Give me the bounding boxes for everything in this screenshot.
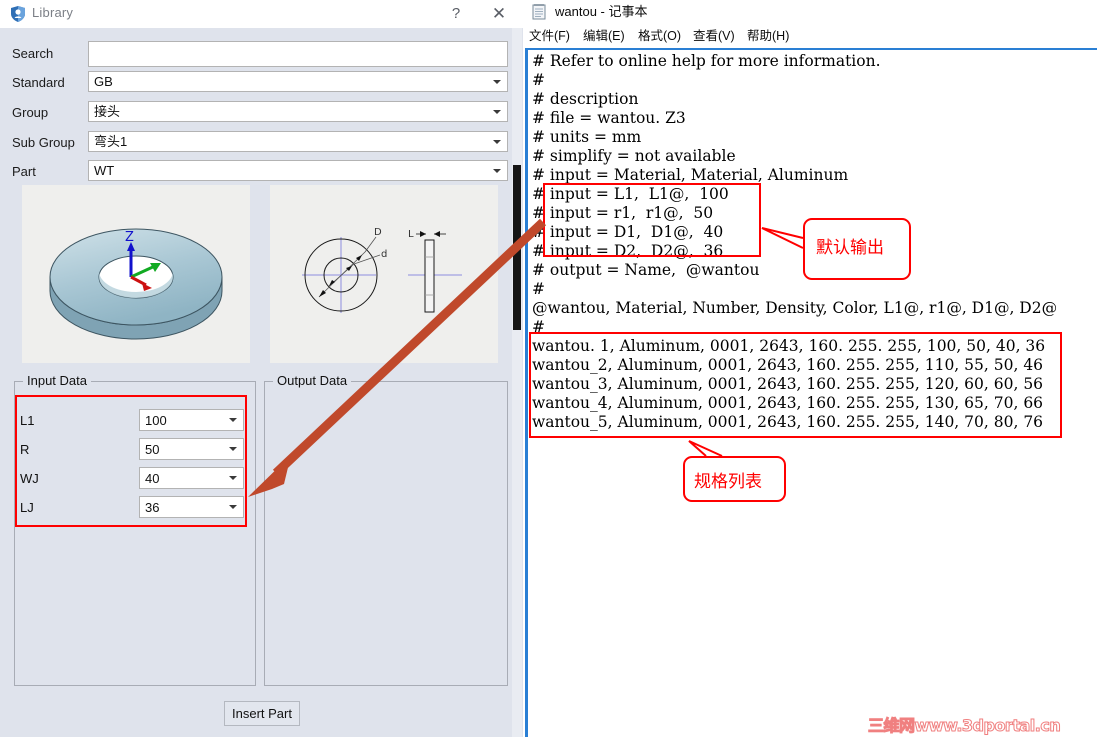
chevron-down-icon[interactable] <box>493 140 501 144</box>
default-output-highlight-box <box>543 183 761 257</box>
chevron-down-icon[interactable] <box>229 418 237 422</box>
part-value: WT <box>94 163 115 178</box>
menu-item-help[interactable]: 帮助(H) <box>747 26 789 46</box>
input-label-l1: L1 <box>20 413 35 428</box>
chevron-down-icon[interactable] <box>229 476 237 480</box>
chevron-down-icon[interactable] <box>229 447 237 451</box>
menu-item-view[interactable]: 查看(V) <box>693 26 735 46</box>
label-subgroup: Sub Group <box>12 135 75 150</box>
washer-2d-drawing: D d L <box>270 185 498 363</box>
output-data-groupbox: Output Data <box>264 374 508 686</box>
svg-text:Z: Z <box>125 230 134 245</box>
library-scrollbar-thumb[interactable] <box>513 165 521 330</box>
spec-list-highlight-box <box>529 332 1062 438</box>
standard-combobox[interactable]: GB <box>88 71 508 92</box>
label-standard: Standard <box>12 75 65 90</box>
output-data-title: Output Data <box>273 374 352 388</box>
subgroup-value: 弯头1 <box>94 134 128 149</box>
input-value-r: 50 <box>145 442 160 457</box>
label-part: Part <box>12 164 36 179</box>
label-search: Search <box>12 46 54 61</box>
library-app-icon <box>11 6 25 22</box>
help-button[interactable]: ? <box>443 3 469 25</box>
input-label-r: R <box>20 442 30 457</box>
search-input[interactable] <box>88 41 508 67</box>
washer-3d-preview: Z <box>22 185 250 363</box>
input-label-wj: WJ <box>20 471 39 486</box>
chevron-down-icon[interactable] <box>229 505 237 509</box>
input-combobox-r[interactable]: 50 <box>139 438 244 460</box>
notepad-title: wantou - 记事本 <box>555 4 648 19</box>
spec-list-callout-label: 规格列表 <box>694 472 762 492</box>
input-value-l1: 100 <box>145 413 167 428</box>
library-scrollbar[interactable] <box>512 28 522 737</box>
library-title: Library <box>32 5 74 20</box>
notepad-menubar: 文件(F) 编辑(E) 格式(O) 查看(V) 帮助(H) <box>525 25 1097 47</box>
site-watermark: 三维网www.3dportal.cn <box>867 716 1061 736</box>
notepad-titlebar: wantou - 记事本 <box>525 0 1097 24</box>
default-output-callout-label: 默认输出 <box>816 238 884 258</box>
chevron-down-icon[interactable] <box>493 80 501 84</box>
input-combobox-wj[interactable]: 40 <box>139 467 244 489</box>
input-combobox-l1[interactable]: 100 <box>139 409 244 431</box>
standard-value: GB <box>94 74 113 89</box>
part-combobox[interactable]: WT <box>88 160 508 181</box>
subgroup-combobox[interactable]: 弯头1 <box>88 131 508 152</box>
svg-text:L: L <box>408 229 414 240</box>
menu-item-edit[interactable]: 编辑(E) <box>583 26 625 46</box>
svg-text:D: D <box>374 227 382 238</box>
svg-text:d: d <box>381 249 387 260</box>
input-combobox-lj[interactable]: 36 <box>139 496 244 518</box>
insert-part-button[interactable]: Insert Part <box>224 701 300 726</box>
group-combobox[interactable]: 接头 <box>88 101 508 122</box>
library-window: Library ? ✕ Search Standard GB Group 接头 <box>0 0 523 737</box>
chevron-down-icon[interactable] <box>493 110 501 114</box>
input-value-lj: 36 <box>145 500 160 515</box>
input-label-lj: LJ <box>20 500 34 515</box>
chevron-down-icon[interactable] <box>493 169 501 173</box>
close-button[interactable]: ✕ <box>486 3 512 25</box>
library-titlebar: Library ? ✕ <box>0 0 523 29</box>
notepad-app-icon <box>532 4 546 20</box>
input-data-title: Input Data <box>23 374 91 388</box>
menu-item-file[interactable]: 文件(F) <box>529 26 570 46</box>
label-group: Group <box>12 105 49 120</box>
menu-item-format[interactable]: 格式(O) <box>638 26 681 46</box>
group-value: 接头 <box>94 104 121 119</box>
input-value-wj: 40 <box>145 471 160 486</box>
